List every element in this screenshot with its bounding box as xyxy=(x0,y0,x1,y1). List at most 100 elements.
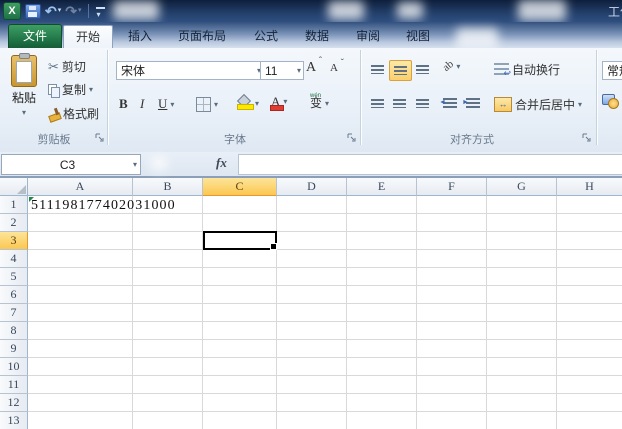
column-header-e[interactable]: E xyxy=(347,178,417,196)
fill-color-dropdown-icon[interactable]: ▾ xyxy=(255,99,259,108)
row-header-12[interactable]: 12 xyxy=(0,394,28,412)
copy-dropdown-icon[interactable]: ▾ xyxy=(89,85,93,94)
tab-view[interactable]: 视图 xyxy=(394,26,442,46)
paste-button[interactable]: 粘贴 ▾ xyxy=(6,53,42,127)
tab-data[interactable]: 数据 xyxy=(293,26,341,46)
customize-qat-button[interactable] xyxy=(95,5,107,23)
align-center-button[interactable] xyxy=(389,94,410,113)
cell-a1-value[interactable]: 511198177402031000 xyxy=(31,198,176,213)
tab-review[interactable]: 审阅 xyxy=(344,26,392,46)
alignment-dialog-launcher[interactable] xyxy=(582,132,592,142)
font-size-dropdown-icon[interactable]: ▾ xyxy=(294,66,301,75)
borders-button[interactable]: ▾ xyxy=(196,97,218,112)
column-header-a[interactable]: A xyxy=(28,178,133,196)
cut-button[interactable]: ✂ 剪切 xyxy=(48,58,86,75)
column-header-h[interactable]: H xyxy=(557,178,622,196)
copy-button[interactable]: 复制 ▾ xyxy=(48,81,93,98)
column-header-c[interactable]: C xyxy=(203,178,277,196)
tab-home[interactable]: 开始 xyxy=(63,25,114,49)
decrease-indent-button[interactable] xyxy=(439,98,457,108)
column-header-f[interactable]: F xyxy=(417,178,487,196)
excel-window: X ↶▾ ↷▾ 工作 文件 开始 插入 页面布局 公式 数据 审阅 视图 粘贴 … xyxy=(0,0,622,429)
middle-align-button[interactable] xyxy=(389,60,412,81)
save-button[interactable] xyxy=(25,3,41,19)
align-right-button[interactable] xyxy=(412,94,433,113)
undo-button[interactable]: ↶ ▾ xyxy=(45,3,61,19)
orientation-button[interactable]: ab ▾ xyxy=(440,58,460,74)
copy-icon xyxy=(48,83,60,98)
group-separator xyxy=(107,50,109,145)
phonetic-dropdown-icon[interactable]: ▾ xyxy=(325,99,329,108)
paste-dropdown-icon[interactable]: ▾ xyxy=(22,108,26,117)
row-header-7[interactable]: 7 xyxy=(0,304,28,322)
row-header-6[interactable]: 6 xyxy=(0,286,28,304)
orientation-dropdown-icon[interactable]: ▾ xyxy=(456,62,460,71)
bottom-align-button[interactable] xyxy=(412,60,433,79)
number-format-combo[interactable]: 常规 xyxy=(602,61,622,80)
merge-center-dropdown-icon[interactable]: ▾ xyxy=(578,100,582,109)
tab-formulas[interactable]: 公式 xyxy=(242,26,290,46)
row-header-2[interactable]: 2 xyxy=(0,214,28,232)
format-painter-button[interactable]: 格式刷 xyxy=(48,105,99,122)
underline-button[interactable]: U ▾ xyxy=(158,96,174,112)
row-header-3[interactable]: 3 xyxy=(0,232,28,250)
insert-function-button[interactable]: fx xyxy=(216,155,227,171)
formula-input[interactable] xyxy=(238,154,622,175)
row-header-8[interactable]: 8 xyxy=(0,322,28,340)
active-cell-selection[interactable] xyxy=(203,231,277,250)
row-header-5[interactable]: 5 xyxy=(0,268,28,286)
italic-button[interactable]: I xyxy=(140,96,144,112)
font-name-combo[interactable]: 宋体 ▾ xyxy=(116,61,264,80)
customize-qat-icon xyxy=(95,5,107,23)
row-header-11[interactable]: 11 xyxy=(0,376,28,394)
tab-page-layout[interactable]: 页面布局 xyxy=(166,26,238,46)
row-header-13[interactable]: 13 xyxy=(0,412,28,429)
select-all-corner[interactable] xyxy=(0,178,28,196)
borders-dropdown-icon[interactable]: ▾ xyxy=(214,100,218,109)
sheet-area[interactable]: A B C D E F G H 1 2 3 4 5 6 7 8 9 10 11 … xyxy=(0,178,622,429)
grow-font-button[interactable]: A xyxy=(306,56,322,76)
column-header-d[interactable]: D xyxy=(277,178,347,196)
row-header-4[interactable]: 4 xyxy=(0,250,28,268)
font-size-combo[interactable]: 11 ▾ xyxy=(260,61,304,80)
fill-color-button[interactable]: ▾ xyxy=(237,96,259,110)
tab-insert[interactable]: 插入 xyxy=(116,26,164,46)
name-box-dropdown-icon[interactable]: ▾ xyxy=(133,160,140,169)
merge-center-icon: ↔ xyxy=(494,97,512,112)
name-box[interactable]: C3 ▾ xyxy=(1,154,141,175)
phonetic-guide-button[interactable]: 变 ▾ xyxy=(310,90,329,109)
tab-file[interactable]: 文件 xyxy=(8,24,63,48)
increase-indent-button[interactable] xyxy=(462,98,480,108)
bold-button[interactable]: B xyxy=(119,96,128,112)
clipboard-dialog-launcher[interactable] xyxy=(95,132,105,142)
group-separator xyxy=(596,50,598,145)
top-align-button[interactable] xyxy=(367,60,388,79)
align-left-button[interactable] xyxy=(367,94,388,113)
underline-dropdown-icon[interactable]: ▾ xyxy=(170,100,174,109)
alignment-group-label: 对齐方式 xyxy=(450,134,494,146)
merge-center-button[interactable]: ↔ 合并后居中 ▾ xyxy=(494,96,582,113)
font-color-button[interactable]: A ▾ xyxy=(269,95,287,111)
censor-blur xyxy=(150,156,168,171)
gridline xyxy=(556,196,557,429)
group-separator xyxy=(360,50,362,145)
undo-dropdown-icon[interactable]: ▾ xyxy=(58,3,62,19)
font-group-label: 字体 xyxy=(224,134,246,146)
shrink-font-icon: A xyxy=(330,58,344,74)
italic-icon: I xyxy=(140,96,145,111)
row-header-10[interactable]: 10 xyxy=(0,358,28,376)
quick-access-toolbar: X ↶ ▾ ↷ ▾ xyxy=(0,0,107,23)
column-header-b[interactable]: B xyxy=(133,178,203,196)
font-dialog-launcher[interactable] xyxy=(347,132,357,142)
fill-handle[interactable] xyxy=(270,243,277,250)
shrink-font-button[interactable]: A xyxy=(330,58,344,74)
row-header-1[interactable]: 1 xyxy=(0,196,28,214)
accounting-format-button[interactable] xyxy=(602,94,620,109)
wrap-text-button[interactable]: 自动换行 xyxy=(494,61,560,79)
format-painter-label: 格式刷 xyxy=(63,107,100,121)
row-header-9[interactable]: 9 xyxy=(0,340,28,358)
borders-icon xyxy=(196,97,211,112)
redo-button[interactable]: ↷ ▾ xyxy=(65,3,81,19)
ribbon: 粘贴 ▾ ✂ 剪切 复制 ▾ 格式刷 剪贴板 宋体 ▾ 11 ▾ A ˆ A ˇ… xyxy=(0,48,622,153)
column-header-g[interactable]: G xyxy=(487,178,557,196)
